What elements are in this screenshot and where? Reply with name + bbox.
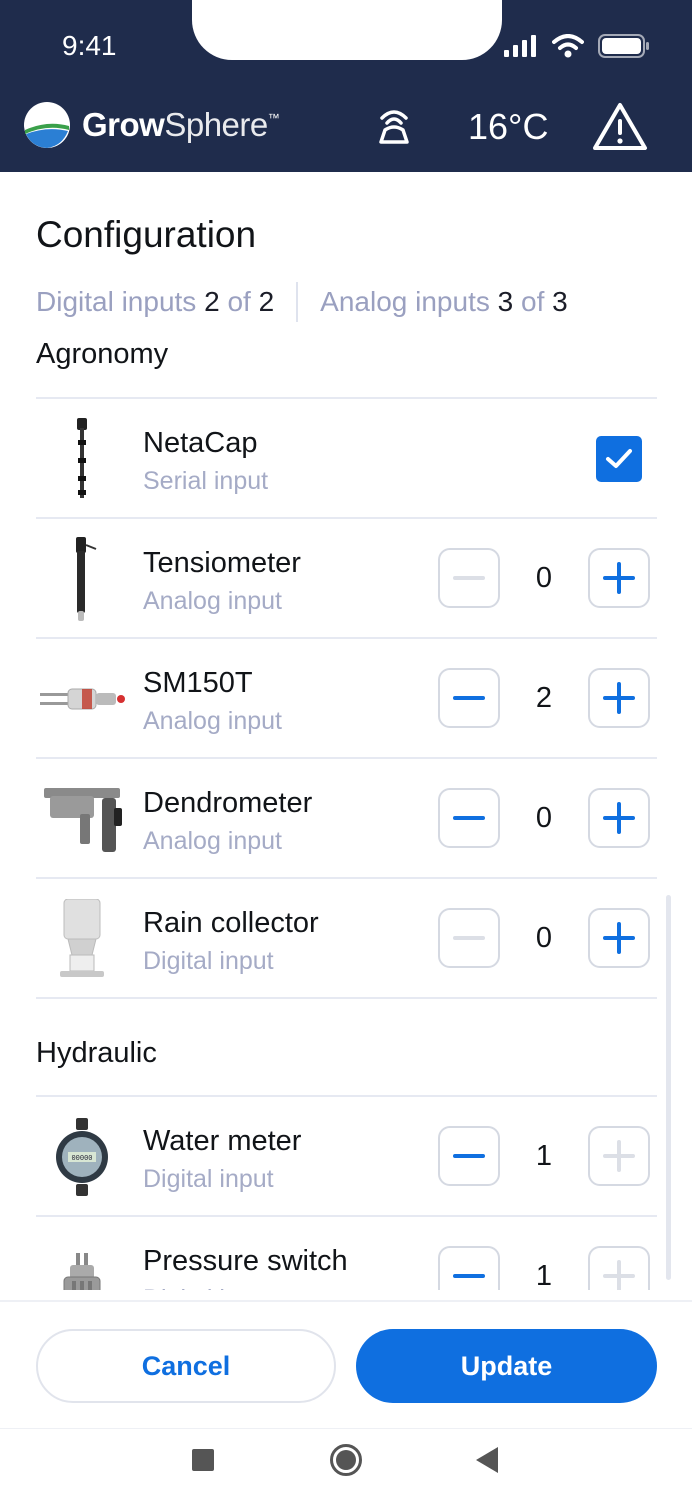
sm150t-stepper: 2 — [438, 668, 650, 730]
divider — [36, 997, 657, 999]
tensiometer-stepper: 0 — [438, 548, 650, 610]
quantity-value: 0 — [535, 922, 553, 954]
device-notch — [192, 0, 502, 60]
decrement-button[interactable] — [438, 908, 500, 968]
minus-icon — [453, 816, 485, 820]
signal-tower-icon[interactable] — [372, 104, 416, 148]
digital-inputs-total: 2 — [258, 286, 275, 317]
increment-button[interactable] — [588, 908, 650, 968]
list-item-tensiometer: Tensiometer Analog input 0 — [36, 517, 657, 637]
netacap-checkbox[interactable] — [596, 436, 642, 482]
rain-collector-icon — [36, 895, 128, 983]
device-name: Rain collector — [143, 907, 319, 939]
device-name: Dendrometer — [143, 787, 313, 819]
action-footer: Cancel Update — [0, 1300, 692, 1428]
battery-icon — [598, 34, 649, 58]
brand-logo: GrowSphere™ — [22, 100, 280, 150]
minus-icon — [453, 576, 485, 580]
svg-text:00000: 00000 — [71, 1155, 92, 1163]
temperature-readout: 16°C — [468, 106, 549, 147]
rain-collector-stepper: 0 — [438, 908, 650, 970]
device-name: Water meter — [143, 1125, 302, 1157]
list-item-sm150t: SM150T Analog input 2 — [36, 637, 657, 757]
minus-icon — [453, 1274, 485, 1278]
agronomy-list: NetaCap Serial input Tensiometer Analog … — [36, 397, 657, 999]
update-button[interactable]: Update — [356, 1329, 657, 1403]
page-title: Configuration — [36, 214, 257, 255]
decrement-button[interactable] — [438, 788, 500, 848]
wifi-icon — [552, 34, 584, 58]
warning-icon[interactable] — [592, 102, 648, 152]
device-type: Digital input — [143, 1165, 274, 1193]
quantity-value: 1 — [535, 1140, 553, 1172]
checkmark-icon — [606, 449, 632, 468]
device-name: SM150T — [143, 667, 253, 699]
app-header: 9:41 GrowSphere™ 16°C — [0, 0, 692, 172]
analog-inputs-of: of — [521, 286, 545, 317]
system-nav-bar — [0, 1428, 692, 1500]
increment-button[interactable] — [588, 1246, 650, 1290]
hydraulic-list: 00000 Water meter Digital input 1 Pressu… — [36, 1095, 657, 1290]
analog-inputs-used: 3 — [497, 286, 514, 317]
water-meter-stepper: 1 — [438, 1126, 650, 1188]
increment-button[interactable] — [588, 668, 650, 728]
list-item-dendrometer: Dendrometer Analog input 0 — [36, 757, 657, 877]
digital-inputs-used: 2 — [204, 286, 220, 317]
pressure-switch-icon — [36, 1233, 128, 1290]
list-item-water-meter: 00000 Water meter Digital input 1 — [36, 1095, 657, 1215]
tensiometer-icon — [36, 535, 128, 623]
home-icon[interactable] — [330, 1444, 362, 1476]
decrement-button[interactable] — [438, 1126, 500, 1186]
quantity-value: 0 — [535, 802, 553, 834]
device-type: Analog input — [143, 587, 283, 615]
device-type: Serial input — [143, 467, 269, 495]
globe-logo-icon — [24, 102, 70, 148]
status-icons — [504, 34, 650, 58]
device-type: Digital input — [143, 1285, 274, 1290]
analog-inputs-total: 3 — [552, 286, 568, 317]
section-hydraulic: Hydraulic — [36, 1037, 157, 1069]
list-item-rain-collector: Rain collector Digital input 0 — [36, 877, 657, 999]
quantity-value: 1 — [535, 1260, 553, 1290]
minus-icon — [453, 936, 485, 940]
minus-icon — [453, 1154, 485, 1158]
increment-button[interactable] — [588, 548, 650, 608]
decrement-button[interactable] — [438, 1246, 500, 1290]
counter-divider — [296, 282, 299, 322]
dendrometer-icon — [36, 775, 128, 863]
list-item-pressure-switch: Pressure switch Digital input 1 — [36, 1215, 657, 1290]
netacap-sensor-icon — [36, 415, 128, 503]
increment-button[interactable] — [588, 788, 650, 848]
device-type: Analog input — [143, 707, 283, 735]
decrement-button[interactable] — [438, 548, 500, 608]
sm150t-probe-icon — [36, 655, 128, 743]
brand-name: GrowSphere™ — [82, 106, 280, 143]
decrement-button[interactable] — [438, 668, 500, 728]
digital-inputs-of: of — [227, 286, 251, 317]
device-name: NetaCap — [143, 427, 258, 459]
section-agronomy: Agronomy — [36, 338, 169, 370]
digital-inputs-label: Digital inputs — [36, 286, 197, 317]
minus-icon — [453, 696, 485, 700]
device-type: Digital input — [143, 947, 274, 975]
dendrometer-stepper: 0 — [438, 788, 650, 850]
device-type: Analog input — [143, 827, 283, 855]
cancel-button[interactable]: Cancel — [36, 1329, 336, 1403]
increment-button[interactable] — [588, 1126, 650, 1186]
status-time: 9:41 — [62, 30, 117, 61]
recent-apps-icon[interactable] — [192, 1449, 214, 1471]
list-item-netacap: NetaCap Serial input — [36, 397, 657, 517]
input-counters: Digital inputs 2 of 2 Analog inputs 3 of… — [36, 282, 568, 322]
cellular-signal-icon — [504, 35, 536, 57]
pressure-switch-stepper: 1 — [438, 1246, 650, 1290]
analog-inputs-label: Analog inputs — [320, 286, 490, 317]
scrollbar[interactable] — [666, 895, 671, 1280]
quantity-value: 0 — [535, 562, 553, 594]
device-name: Tensiometer — [143, 547, 301, 579]
quantity-value: 2 — [535, 682, 553, 714]
water-meter-icon: 00000 — [36, 1113, 128, 1201]
device-name: Pressure switch — [143, 1245, 348, 1277]
back-icon[interactable] — [476, 1447, 498, 1473]
